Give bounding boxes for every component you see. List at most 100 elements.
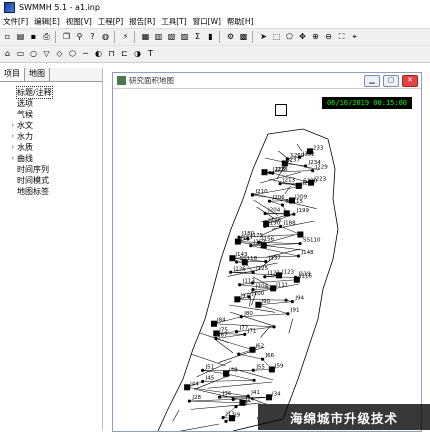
junction-node[interactable] bbox=[311, 169, 314, 172]
expand-icon[interactable] bbox=[0, 109, 17, 120]
save-icon[interactable]: ▪ bbox=[28, 32, 39, 43]
region-icon[interactable]: ⬠ bbox=[284, 32, 295, 43]
expand-icon[interactable] bbox=[0, 98, 17, 109]
junction-node[interactable] bbox=[261, 358, 264, 361]
menu-item[interactable]: 报告[R] bbox=[126, 16, 158, 27]
run-icon[interactable]: ⚡ bbox=[120, 32, 131, 43]
graph-icon[interactable]: ▥ bbox=[153, 32, 164, 43]
junction-node[interactable] bbox=[229, 271, 232, 274]
subcatchment-edge[interactable] bbox=[173, 410, 179, 421]
junction-node[interactable] bbox=[243, 333, 246, 336]
conduit[interactable] bbox=[269, 201, 282, 205]
tile-icon[interactable]: ▩ bbox=[238, 32, 249, 43]
subcatchment-edge[interactable] bbox=[289, 319, 293, 334]
junction-node[interactable] bbox=[237, 352, 240, 355]
junction-node[interactable] bbox=[251, 270, 254, 273]
chart-icon[interactable]: ▧ bbox=[166, 32, 177, 43]
junction-node[interactable] bbox=[286, 312, 289, 315]
junction-node[interactable] bbox=[297, 254, 300, 257]
conduit-icon[interactable]: ─ bbox=[80, 49, 91, 60]
print-icon[interactable]: ⎙ bbox=[41, 32, 52, 43]
raingage-icon[interactable]: ⌂ bbox=[2, 49, 13, 60]
junction-node[interactable] bbox=[298, 242, 301, 245]
table-icon[interactable]: ▦ bbox=[140, 32, 151, 43]
conduit[interactable] bbox=[203, 370, 226, 373]
menu-item[interactable]: 窗口[W] bbox=[190, 16, 224, 27]
minimize-button[interactable]: ▁ bbox=[364, 75, 380, 87]
menu-item[interactable]: 工程[P] bbox=[95, 16, 126, 27]
menu-item[interactable]: 文件[F] bbox=[0, 16, 31, 27]
conduit[interactable] bbox=[251, 246, 299, 256]
subcatchment-edge[interactable] bbox=[207, 382, 272, 388]
junction-node[interactable] bbox=[201, 380, 204, 383]
close-button[interactable]: ✕ bbox=[402, 75, 418, 87]
junction-node[interactable] bbox=[272, 325, 275, 328]
junction-node[interactable] bbox=[188, 399, 191, 402]
junction-node[interactable] bbox=[221, 416, 224, 419]
subcatchment-centroid[interactable] bbox=[262, 169, 268, 175]
junction-node[interactable] bbox=[201, 369, 204, 372]
open-icon[interactable]: ▤ bbox=[15, 32, 26, 43]
conduit[interactable] bbox=[285, 163, 306, 165]
select-icon[interactable]: ➤ bbox=[258, 32, 269, 43]
conduit[interactable] bbox=[264, 244, 300, 246]
junction-node[interactable] bbox=[281, 203, 284, 206]
orifice-icon[interactable]: ⊓ bbox=[106, 49, 117, 60]
measure-icon[interactable]: ⌖ bbox=[349, 32, 360, 43]
tree-item[interactable]: 气候 bbox=[0, 109, 102, 120]
junction-node[interactable] bbox=[252, 379, 255, 382]
storage-icon[interactable]: ⬡ bbox=[67, 49, 78, 60]
expand-icon[interactable]: › bbox=[0, 142, 17, 153]
tree-item[interactable]: 标题/注释 bbox=[0, 87, 102, 98]
tree-item[interactable]: 时间序列 bbox=[0, 164, 102, 175]
expand-icon[interactable]: › bbox=[0, 131, 17, 142]
copy-icon[interactable]: ❐ bbox=[61, 32, 72, 43]
outlet-icon[interactable]: ◑ bbox=[132, 49, 143, 60]
pump-icon[interactable]: ◐ bbox=[93, 49, 104, 60]
junction-node[interactable] bbox=[214, 337, 217, 340]
junction-node[interactable] bbox=[238, 283, 241, 286]
weir-icon[interactable]: ⊏ bbox=[119, 49, 130, 60]
label-icon[interactable]: T bbox=[145, 49, 156, 60]
tree-item[interactable]: 地图标签 bbox=[0, 186, 102, 197]
junction-node[interactable] bbox=[278, 182, 281, 185]
expand-icon[interactable]: › bbox=[0, 120, 17, 131]
subcatchment-edge[interactable] bbox=[261, 228, 278, 236]
pan-icon[interactable]: ✥ bbox=[297, 32, 308, 43]
junction-node[interactable] bbox=[235, 260, 238, 263]
junction-node[interactable] bbox=[232, 398, 235, 401]
junction-node[interactable] bbox=[263, 275, 266, 278]
zoom-in-icon[interactable]: ⊕ bbox=[310, 32, 321, 43]
options-icon[interactable]: ⚙ bbox=[225, 32, 236, 43]
menu-item[interactable]: 视图[V] bbox=[63, 16, 95, 27]
junction-node[interactable] bbox=[298, 185, 301, 188]
query-icon[interactable]: ? bbox=[87, 32, 98, 43]
subcatchment-edge[interactable] bbox=[191, 403, 261, 409]
stats-icon[interactable]: Σ bbox=[192, 32, 203, 43]
junction-node[interactable] bbox=[268, 171, 271, 174]
junction-node[interactable] bbox=[224, 420, 227, 423]
tab-map[interactable]: 地图 bbox=[25, 68, 50, 81]
conduit[interactable] bbox=[226, 374, 254, 381]
junction-node[interactable] bbox=[291, 300, 294, 303]
tab-project[interactable]: 项目 bbox=[0, 68, 25, 81]
menu-item[interactable]: 帮助[H] bbox=[224, 16, 257, 27]
junction-node[interactable] bbox=[264, 212, 267, 215]
network-map[interactable]: 233J132S260J237J234J229J225J228J223J213S… bbox=[113, 89, 419, 431]
raingage-icon[interactable] bbox=[275, 104, 287, 116]
expand-icon[interactable]: › bbox=[0, 153, 17, 164]
map-canvas[interactable]: 06/16/2019 00:15:00 233J132S260J237J234J… bbox=[113, 89, 419, 431]
conduit[interactable] bbox=[239, 354, 263, 359]
junction-node[interactable] bbox=[263, 225, 266, 228]
vertex-icon[interactable]: ⬚ bbox=[271, 32, 282, 43]
junction-node[interactable] bbox=[240, 315, 243, 318]
junction-node[interactable] bbox=[235, 330, 238, 333]
junction-node[interactable] bbox=[284, 299, 287, 302]
subcatchment-centroid[interactable] bbox=[284, 210, 290, 216]
junction-node[interactable] bbox=[304, 164, 307, 167]
globe-icon[interactable]: ◍ bbox=[100, 32, 111, 43]
junction-node[interactable] bbox=[249, 244, 252, 247]
conduit[interactable] bbox=[189, 401, 242, 403]
conduit[interactable] bbox=[258, 305, 288, 314]
menu-item[interactable]: 工具[T] bbox=[158, 16, 189, 27]
